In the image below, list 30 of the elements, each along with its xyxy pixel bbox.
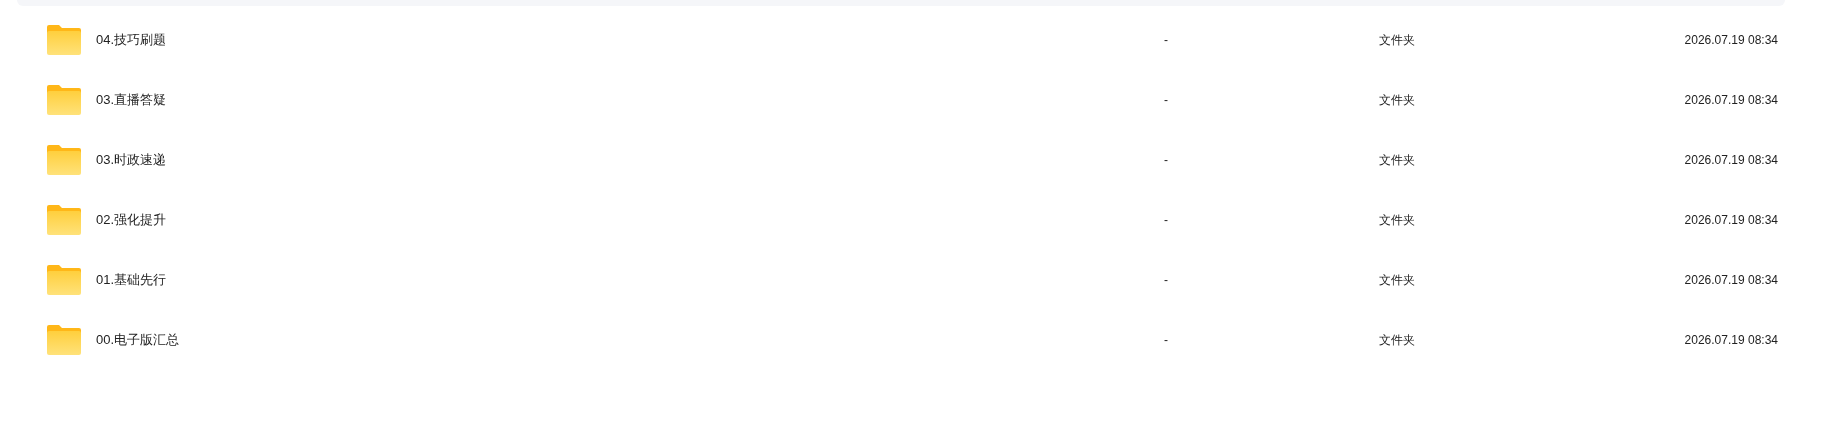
file-size: - <box>1164 333 1168 347</box>
modified-time: 2026.07.19 08:34 <box>1684 153 1778 167</box>
folder-name[interactable]: 04.技巧刷题 <box>96 30 1164 50</box>
modified-time: 2026.07.19 08:34 <box>1684 93 1778 107</box>
file-type: 文件夹 <box>1379 273 1415 287</box>
folder-icon <box>47 85 81 115</box>
modified-time: 2026.07.19 08:34 <box>1684 33 1778 47</box>
folder-icon <box>47 145 81 175</box>
file-type: 文件夹 <box>1379 33 1415 47</box>
folder-name[interactable]: 03.直播答疑 <box>96 90 1164 110</box>
file-size: - <box>1164 153 1168 167</box>
modified-time: 2026.07.19 08:34 <box>1684 213 1778 227</box>
folder-name[interactable]: 00.电子版汇总 <box>96 330 1164 350</box>
folder-icon <box>47 325 81 355</box>
file-size: - <box>1164 213 1168 227</box>
file-size: - <box>1164 33 1168 47</box>
folder-icon <box>47 25 81 55</box>
folder-name[interactable]: 01.基础先行 <box>96 270 1164 290</box>
file-type: 文件夹 <box>1379 153 1415 167</box>
folder-icon <box>47 265 81 295</box>
modified-time: 2026.07.19 08:34 <box>1684 333 1778 347</box>
file-type: 文件夹 <box>1379 333 1415 347</box>
file-size: - <box>1164 273 1168 287</box>
folder-name[interactable]: 02.强化提升 <box>96 210 1164 230</box>
file-type: 文件夹 <box>1379 93 1415 107</box>
file-type: 文件夹 <box>1379 213 1415 227</box>
folder-icon <box>47 205 81 235</box>
modified-time: 2026.07.19 08:34 <box>1684 273 1778 287</box>
file-size: - <box>1164 93 1168 107</box>
folder-name[interactable]: 03.时政速递 <box>96 150 1164 170</box>
